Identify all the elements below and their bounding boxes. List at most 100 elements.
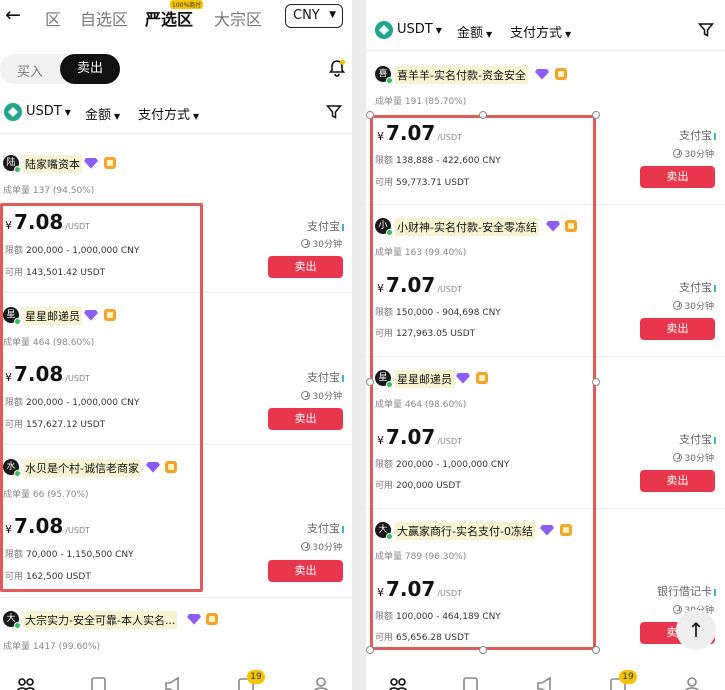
- sell-button[interactable]: 卖出: [640, 318, 715, 340]
- scroll-top-button[interactable]: ↑: [676, 610, 716, 650]
- tab-favorites[interactable]: 自选区: [80, 6, 128, 30]
- order-stats: 成单量 137 (94.50%): [3, 186, 95, 196]
- back-arrow-icon[interactable]: ←: [5, 4, 21, 26]
- people-icon[interactable]: [388, 676, 408, 690]
- payment-indicator: [714, 284, 716, 292]
- tether-icon: [4, 103, 22, 121]
- clock-icon: [300, 542, 310, 551]
- merchant-name: 陆家嘴资本: [23, 155, 82, 173]
- payment-indicator: [714, 132, 716, 140]
- tab-bulk[interactable]: 大宗区: [214, 6, 262, 30]
- bottom-nav: 19: [366, 670, 725, 690]
- payment-indicator: [342, 223, 344, 231]
- filter-bar: USDT ▼ 金额 ▼ 支付方式 ▼: [375, 19, 725, 45]
- tab-selected[interactable]: 严选区: [145, 6, 193, 30]
- resize-handle[interactable]: [366, 646, 374, 654]
- avatar: 喜: [375, 66, 393, 84]
- time-value: 30分钟: [684, 454, 714, 464]
- bottom-nav: 19: [0, 670, 352, 690]
- amount-label: 金额: [85, 108, 112, 123]
- payment-filter[interactable]: 支付方式 ▼: [510, 22, 571, 41]
- order-icon[interactable]: [461, 676, 481, 690]
- sell-button[interactable]: 卖出: [268, 256, 343, 278]
- payment-indicator: [714, 436, 716, 444]
- payment-indicator: [342, 525, 344, 533]
- resize-handle[interactable]: [366, 378, 374, 386]
- shield-badge-icon: [555, 68, 567, 80]
- resize-handle[interactable]: [479, 646, 487, 654]
- profile-icon[interactable]: [311, 676, 331, 690]
- resize-handle[interactable]: [592, 378, 600, 386]
- resize-handle[interactable]: [592, 646, 600, 654]
- resize-handle[interactable]: [366, 111, 374, 119]
- divider: [0, 597, 352, 598]
- payment-method: 支付宝: [307, 520, 344, 536]
- payment-method-label: 支付宝: [679, 129, 712, 142]
- order-icon[interactable]: [89, 676, 109, 690]
- notification-badge: 19: [247, 670, 265, 684]
- merchant-header[interactable]: 陆 陆家嘴资本: [3, 153, 343, 175]
- filter-icon[interactable]: [698, 22, 714, 38]
- avatar: 陆: [3, 155, 21, 173]
- left-screen: ← 区 自选区 严选区 100%商付 大宗区 CNY ▼ 买入 卖出 USDT ▼…: [0, 0, 352, 690]
- resize-handle[interactable]: [479, 111, 487, 119]
- coin-select[interactable]: USDT ▼: [397, 22, 442, 37]
- filter-bar: USDT ▼ 金额 ▼ 支付方式 ▼: [4, 101, 352, 127]
- time-limit: 30分钟: [672, 299, 714, 312]
- time-limit: 30分钟: [672, 147, 714, 160]
- time-value: 30分钟: [312, 240, 342, 250]
- resize-handle[interactable]: [592, 111, 600, 119]
- highlight-box: [0, 203, 203, 592]
- chevron-down-icon: ▼: [435, 26, 442, 35]
- time-limit: 30分钟: [300, 389, 342, 402]
- order-stats: 成单量 191 (85.70%): [375, 97, 467, 107]
- time-value: 30分钟: [684, 302, 714, 312]
- merchant-header[interactable]: 大 大宗实力-安全可靠-本人实名...: [3, 609, 343, 631]
- chevron-down-icon: ▼: [329, 10, 336, 20]
- payment-method-label: 支付宝: [307, 522, 340, 535]
- sell-button[interactable]: 卖出: [268, 408, 343, 430]
- tab-partial[interactable]: 区: [45, 6, 61, 30]
- diamond-badge-icon: [535, 69, 549, 80]
- bell-icon[interactable]: [327, 58, 347, 78]
- online-dot: [14, 166, 21, 173]
- clock-icon: [672, 605, 682, 614]
- clock-icon: [672, 149, 682, 158]
- currency-select[interactable]: CNY ▼: [285, 4, 343, 28]
- coin-select[interactable]: USDT ▼: [26, 104, 71, 119]
- panel-divider: [352, 0, 366, 690]
- megaphone-icon[interactable]: [163, 676, 183, 690]
- payment-method-label: 支付宝: [307, 220, 340, 233]
- profile-icon[interactable]: [682, 676, 702, 690]
- payment-method-label: 支付宝: [679, 433, 712, 446]
- payment-filter[interactable]: 支付方式 ▼: [138, 104, 199, 123]
- payment-method: 支付宝: [679, 279, 716, 295]
- filter-icon[interactable]: [326, 104, 342, 120]
- megaphone-icon[interactable]: [535, 676, 555, 690]
- chevron-down-icon: ▼: [565, 30, 572, 39]
- payment-method: 银行借记卡: [657, 583, 716, 599]
- chevron-down-icon: ▼: [486, 30, 493, 39]
- merchant-name: 喜羊羊-实名付款-资金安全: [395, 66, 528, 84]
- merchant-name: 大宗实力-安全可靠-本人实名...: [23, 611, 178, 629]
- sell-button[interactable]: 卖出: [640, 166, 715, 188]
- diamond-badge-icon: [187, 614, 201, 625]
- time-limit: 30分钟: [300, 237, 342, 250]
- time-value: 30分钟: [684, 150, 714, 160]
- people-icon[interactable]: [16, 676, 36, 690]
- buy-tab[interactable]: 买入: [17, 61, 43, 80]
- shield-badge-icon: [104, 157, 116, 169]
- merchant-header[interactable]: 喜 喜羊羊-实名付款-资金安全: [375, 64, 715, 86]
- sell-button[interactable]: 卖出: [268, 560, 343, 582]
- top-nav: ← 区 自选区 严选区 100%商付 大宗区 CNY ▼: [0, 0, 352, 34]
- amount-filter[interactable]: 金额 ▼: [457, 22, 492, 41]
- diamond-badge-icon: [84, 158, 98, 169]
- payment-label: 支付方式: [138, 108, 191, 123]
- sell-tab[interactable]: 卖出: [60, 54, 120, 84]
- payment-indicator: [342, 374, 344, 382]
- amount-filter[interactable]: 金额 ▼: [85, 104, 120, 123]
- sell-button[interactable]: 卖出: [640, 470, 715, 492]
- avatar: 大: [3, 611, 21, 629]
- tether-icon: [375, 21, 393, 39]
- chevron-down-icon: ▼: [193, 112, 200, 121]
